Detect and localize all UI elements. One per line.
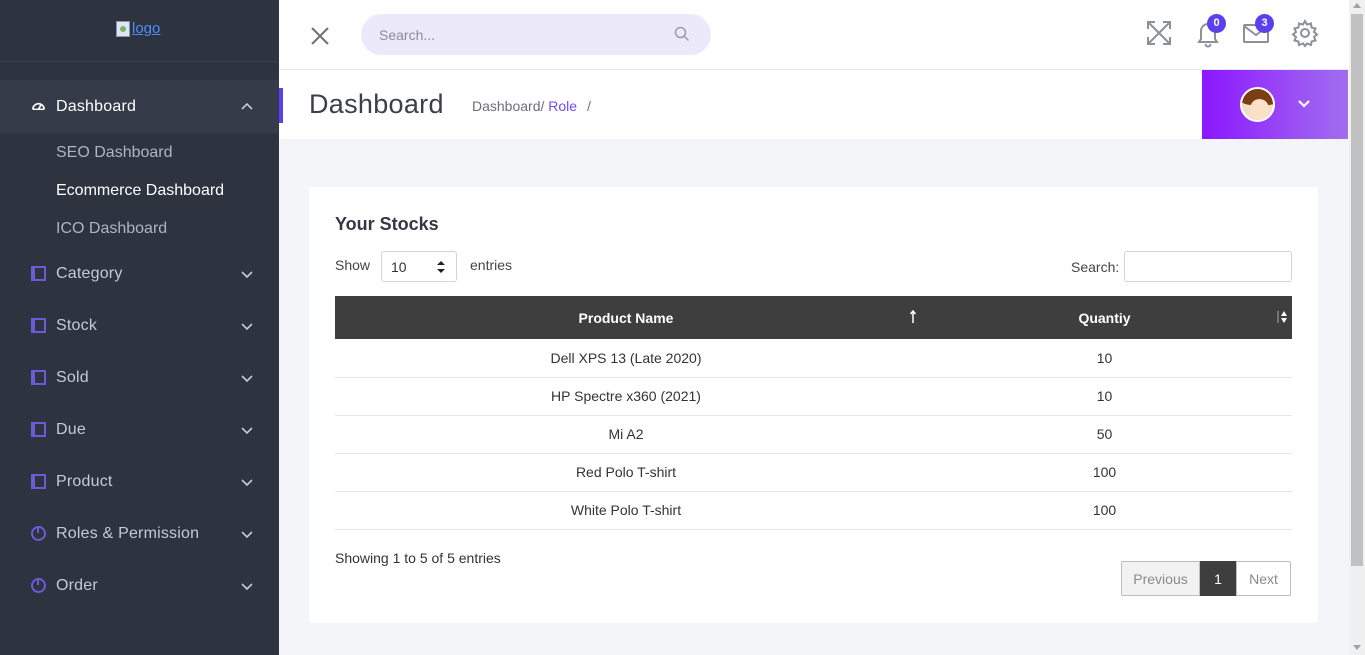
logo[interactable]: logo (116, 20, 160, 37)
page-title: Dashboard (309, 89, 444, 119)
table-row: White Polo T-shirt 100 (335, 491, 1292, 530)
book-icon (31, 422, 46, 437)
book-icon (31, 474, 46, 489)
sidebar-item-label: Due (56, 421, 86, 438)
cell-product-name: Dell XPS 13 (Late 2020) (335, 339, 917, 378)
entries-label: entries (470, 257, 513, 273)
pagination-next-button[interactable]: Next (1236, 561, 1291, 596)
user-menu[interactable] (1202, 70, 1348, 139)
sidebar-item-sold[interactable]: Sold (0, 356, 279, 400)
pie-chart-icon (31, 526, 46, 541)
search-icon[interactable] (674, 26, 690, 42)
header-search (361, 14, 711, 55)
column-header-quantity[interactable]: Quantiy (917, 296, 1292, 339)
logo-area: logo (0, 0, 279, 62)
pagination-page-1[interactable]: 1 (1200, 561, 1236, 596)
broken-image-icon (116, 20, 130, 37)
cell-product-name: Red Polo T-shirt (335, 453, 917, 492)
cell-quantity: 100 (917, 453, 1292, 492)
cell-product-name: HP Spectre x360 (2021) (335, 377, 917, 416)
sidebar-item-roles-permission[interactable]: Roles & Permission (0, 512, 279, 556)
stocks-table: Product Name Quantiy Dell XPS 13 (Late 2… (335, 296, 1292, 530)
show-label: Show (335, 257, 371, 273)
sidebar-item-dashboard[interactable]: Dashboard (0, 85, 279, 129)
dashboard-gauge-icon (32, 102, 45, 111)
sidebar-item-category[interactable]: Category (0, 252, 279, 296)
sort-both-icon (1277, 311, 1287, 323)
close-sidebar-icon[interactable] (310, 26, 330, 46)
cell-quantity: 100 (917, 491, 1292, 530)
cell-product-name: Mi A2 (335, 415, 917, 454)
page-scrollbar[interactable] (1349, 0, 1365, 655)
cell-product-name: White Polo T-shirt (335, 491, 917, 530)
table-row: Dell XPS 13 (Late 2020) 10 (335, 339, 1292, 378)
pie-chart-icon (31, 578, 46, 593)
chevron-down-icon (241, 323, 253, 331)
chevron-down-icon (1298, 100, 1310, 108)
page-header-accent (279, 88, 283, 123)
sidebar-item-label: Roles & Permission (56, 525, 200, 542)
sidebar-item-label: Order (56, 577, 98, 594)
breadcrumb-separator: / (586, 98, 591, 114)
table-search-label: Search: (1071, 259, 1120, 275)
chevron-up-icon (241, 102, 253, 110)
submenu-item-ecommerce-dashboard[interactable]: Ecommerce Dashboard (56, 182, 224, 200)
sidebar-item-label: Dashboard (56, 98, 137, 115)
sidebar-item-due[interactable]: Due (0, 408, 279, 452)
header-search-input[interactable] (379, 24, 659, 46)
submenu-item-seo-dashboard[interactable]: SEO Dashboard (56, 144, 173, 162)
chevron-down-icon (241, 479, 253, 487)
book-icon (31, 370, 46, 385)
column-header-label: Quantiy (1078, 309, 1131, 326)
breadcrumb-role[interactable]: Role (548, 98, 577, 114)
chevron-down-icon (241, 531, 253, 539)
notifications-badge: 0 (1207, 14, 1226, 33)
fullscreen-icon[interactable] (1144, 18, 1174, 48)
table-info: Showing 1 to 5 of 5 entries (335, 550, 501, 566)
sidebar-item-label: Product (56, 473, 113, 490)
entries-select-value: 10 (391, 259, 407, 275)
sidebar: logo Dashboard SEO Dashboard Ecommerce D… (0, 0, 279, 655)
gear-icon[interactable] (1290, 18, 1320, 48)
avatar (1240, 87, 1275, 122)
scrollbar-thumb[interactable] (1351, 14, 1363, 566)
sidebar-item-label: Stock (56, 317, 98, 334)
chevron-down-icon (241, 271, 253, 279)
table-row: Mi A2 50 (335, 415, 1292, 454)
sidebar-item-label: Category (56, 265, 123, 282)
entries-select[interactable]: 10 (381, 251, 457, 282)
top-header: 0 3 (279, 0, 1349, 70)
submenu-item-ico-dashboard[interactable]: ICO Dashboard (56, 220, 167, 238)
sidebar-item-label: Sold (56, 369, 89, 386)
table-search-input[interactable] (1124, 251, 1292, 282)
breadcrumb: Dashboard/ Role / (472, 98, 591, 114)
pagination-previous-button[interactable]: Previous (1121, 561, 1200, 596)
scroll-down-arrow-icon[interactable] (1353, 645, 1361, 650)
cell-quantity: 10 (917, 339, 1292, 378)
select-arrows-icon (437, 261, 445, 273)
book-icon (31, 318, 46, 333)
sidebar-item-order[interactable]: Order (0, 564, 279, 608)
stocks-card: Your Stocks Show 10 entries Search: Prod… (309, 187, 1318, 623)
chevron-down-icon (241, 583, 253, 591)
pagination: Previous 1 Next (1121, 561, 1291, 596)
sidebar-item-product[interactable]: Product (0, 460, 279, 504)
table-row: Red Polo T-shirt 100 (335, 453, 1292, 492)
page-header: Dashboard Dashboard/ Role / (279, 70, 1349, 139)
chevron-down-icon (241, 375, 253, 383)
table-row: HP Spectre x360 (2021) 10 (335, 377, 1292, 416)
breadcrumb-dashboard[interactable]: Dashboard/ (472, 98, 544, 114)
book-icon (31, 266, 46, 281)
sidebar-item-stock[interactable]: Stock (0, 304, 279, 348)
cell-quantity: 50 (917, 415, 1292, 454)
column-header-product-name[interactable]: Product Name (335, 296, 922, 339)
logo-alt-text: logo (132, 20, 161, 37)
chevron-down-icon (241, 427, 253, 435)
column-header-label: Product Name (578, 309, 674, 326)
scroll-up-arrow-icon[interactable] (1353, 3, 1361, 8)
card-title: Your Stocks (335, 214, 439, 234)
messages-badge: 3 (1255, 14, 1274, 33)
cell-quantity: 10 (917, 377, 1292, 416)
